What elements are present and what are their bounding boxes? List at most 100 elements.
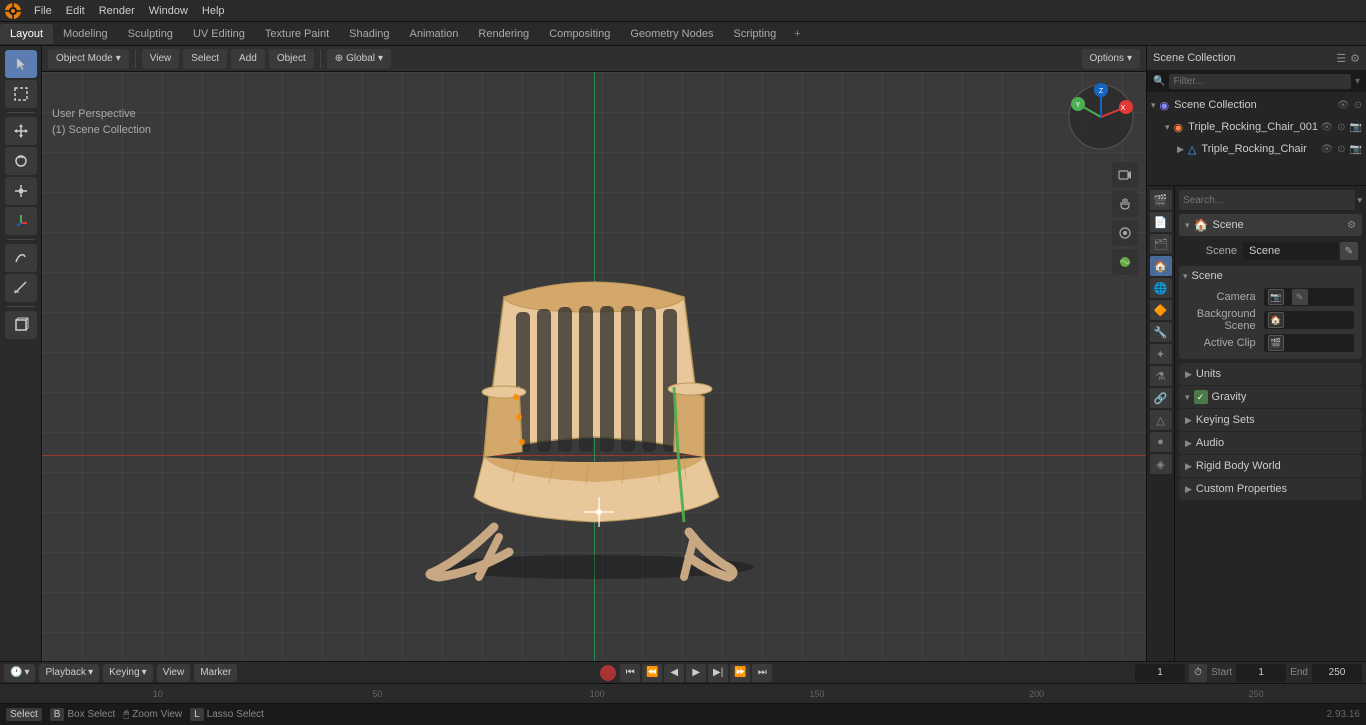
scene-name-field[interactable]: Scene bbox=[1243, 242, 1338, 260]
select-icon[interactable]: ⊙ bbox=[1354, 100, 1362, 111]
camera-edit-icon[interactable]: ✎ bbox=[1292, 289, 1308, 305]
scene-picker-btn[interactable]: 🏠 bbox=[1268, 312, 1284, 328]
material-tab[interactable]: ● bbox=[1150, 432, 1172, 452]
tab-rendering[interactable]: Rendering bbox=[468, 24, 539, 44]
keying-sets-section[interactable]: ▶ Keying Sets bbox=[1179, 409, 1362, 431]
camera-view-btn[interactable] bbox=[1112, 162, 1138, 188]
start-frame-input[interactable]: 1 bbox=[1236, 664, 1286, 682]
render-icon[interactable]: 📷 bbox=[1350, 122, 1362, 133]
add-workspace-button[interactable]: + bbox=[786, 24, 808, 44]
scene-tab[interactable]: 🏠 bbox=[1150, 256, 1172, 276]
material-preview-btn[interactable] bbox=[1112, 249, 1138, 275]
select-box-tool-button[interactable] bbox=[5, 80, 37, 108]
modifier-tab[interactable]: 🔧 bbox=[1150, 322, 1172, 342]
add-cube-tool-button[interactable] bbox=[5, 311, 37, 339]
rotate-tool-button[interactable] bbox=[5, 147, 37, 175]
tab-texture-paint[interactable]: Texture Paint bbox=[255, 24, 339, 44]
render-icon[interactable]: 📷 bbox=[1350, 144, 1362, 155]
clip-picker-btn[interactable]: 🎬 bbox=[1268, 335, 1284, 351]
tab-modeling[interactable]: Modeling bbox=[53, 24, 118, 44]
keying-btn[interactable]: Keying ▾ bbox=[103, 664, 153, 682]
active-clip-value[interactable]: 🎬 bbox=[1264, 334, 1354, 352]
object-mode-dropdown[interactable]: Object Mode ▾ bbox=[48, 49, 129, 69]
select-menu-btn[interactable]: Select bbox=[183, 49, 227, 69]
tab-sculpting[interactable]: Sculpting bbox=[118, 24, 183, 44]
menu-help[interactable]: Help bbox=[196, 3, 231, 19]
annotate-tool-button[interactable] bbox=[5, 244, 37, 272]
play-btn[interactable]: ▶ bbox=[686, 664, 706, 682]
prev-frame-btn[interactable]: ◀ bbox=[664, 664, 684, 682]
cursor-tool-button[interactable] bbox=[5, 50, 37, 78]
record-button[interactable] bbox=[600, 665, 616, 681]
menu-file[interactable]: File bbox=[28, 3, 58, 19]
view-menu-btn[interactable]: View bbox=[142, 49, 180, 69]
tab-geometry-nodes[interactable]: Geometry Nodes bbox=[620, 24, 723, 44]
jump-end-btn[interactable]: ⏭ bbox=[752, 664, 772, 682]
navigation-gizmo[interactable]: X Y Z bbox=[1066, 82, 1136, 152]
marker-btn[interactable]: Marker bbox=[194, 664, 237, 682]
outliner-filter-btn[interactable]: ☰ bbox=[1336, 52, 1346, 65]
eye-icon[interactable]: 👁 bbox=[1320, 144, 1333, 155]
tab-scripting[interactable]: Scripting bbox=[723, 24, 786, 44]
tree-item-chair-001[interactable]: ▾ ◉ Triple_Rocking_Chair_001 👁 ⊙ 📷 bbox=[1147, 116, 1366, 138]
eye-icon[interactable]: 👁 bbox=[1337, 100, 1350, 111]
render-tab[interactable]: 🎬 bbox=[1150, 190, 1172, 210]
units-section[interactable]: ▶ Units bbox=[1179, 363, 1362, 385]
object-tab[interactable]: 🔶 bbox=[1150, 300, 1172, 320]
tab-layout[interactable]: Layout bbox=[0, 24, 53, 44]
viewport[interactable]: Object Mode ▾ View Select Add Object ⊕ G… bbox=[42, 46, 1146, 661]
filter-icon[interactable]: ▾ bbox=[1355, 76, 1360, 87]
properties-filter-btn[interactable]: ▾ bbox=[1357, 195, 1362, 206]
viewport-icon[interactable]: ⊙ bbox=[1337, 144, 1345, 155]
add-menu-btn[interactable]: Add bbox=[231, 49, 265, 69]
outliner-search-input[interactable] bbox=[1169, 74, 1351, 89]
playback-btn[interactable]: Playback ▾ bbox=[39, 664, 99, 682]
rigid-body-section[interactable]: ▶ Rigid Body World bbox=[1179, 455, 1362, 477]
transform-space-btn[interactable]: ⊕ Global ▾ bbox=[327, 49, 391, 69]
camera-picker-btn[interactable]: 📷 bbox=[1268, 289, 1284, 305]
menu-edit[interactable]: Edit bbox=[60, 3, 91, 19]
render-preview-btn[interactable] bbox=[1112, 220, 1138, 246]
scene-props-btn[interactable]: ⚙ bbox=[1347, 220, 1356, 231]
physics-tab[interactable]: ⚗ bbox=[1150, 366, 1172, 386]
viewport-icon[interactable]: ⊙ bbox=[1337, 122, 1345, 133]
object-menu-btn[interactable]: Object bbox=[269, 49, 314, 69]
prev-keyframe-btn[interactable]: ⏪ bbox=[642, 664, 662, 682]
transform-tool-button[interactable] bbox=[5, 207, 37, 235]
viewport-shading-btn[interactable]: Options ▾ bbox=[1082, 49, 1141, 69]
scene-section-header[interactable]: ▾ 🏠 Scene ⚙ bbox=[1179, 214, 1362, 236]
tree-item-scene-collection[interactable]: ▾ ◉ Scene Collection 👁 ⊙ bbox=[1147, 94, 1366, 116]
data-tab[interactable]: △ bbox=[1150, 410, 1172, 430]
timeline-mode-btn[interactable]: 🕐 ▾ bbox=[4, 664, 35, 682]
output-tab[interactable]: 📄 bbox=[1150, 212, 1172, 232]
scene-expand-row[interactable]: ▾ Scene bbox=[1183, 270, 1358, 282]
particles-tab[interactable]: ✦ bbox=[1150, 344, 1172, 364]
move-tool-button[interactable] bbox=[5, 117, 37, 145]
camera-prop-value[interactable]: 📷 ✎ bbox=[1264, 288, 1354, 306]
frame-time-toggle[interactable]: ⏱ bbox=[1189, 664, 1207, 682]
audio-section[interactable]: ▶ Audio bbox=[1179, 432, 1362, 454]
tree-item-chair-mesh[interactable]: ▶ △ Triple_Rocking_Chair 👁 ⊙ 📷 bbox=[1147, 138, 1366, 160]
next-frame-btn[interactable]: ▶| bbox=[708, 664, 728, 682]
world-tab[interactable]: 🌐 bbox=[1150, 278, 1172, 298]
shader-tab[interactable]: ◈ bbox=[1150, 454, 1172, 474]
properties-search-input[interactable] bbox=[1179, 190, 1355, 210]
eye-icon[interactable]: 👁 bbox=[1320, 122, 1333, 133]
view-btn[interactable]: View bbox=[157, 664, 191, 682]
tab-compositing[interactable]: Compositing bbox=[539, 24, 620, 44]
custom-props-section[interactable]: ▶ Custom Properties bbox=[1179, 478, 1362, 500]
current-frame-display[interactable]: 1 bbox=[1135, 664, 1185, 682]
background-scene-value[interactable]: 🏠 bbox=[1264, 311, 1354, 329]
gravity-checkbox[interactable]: ✓ bbox=[1194, 390, 1208, 404]
scale-tool-button[interactable] bbox=[5, 177, 37, 205]
tab-uv-editing[interactable]: UV Editing bbox=[183, 24, 255, 44]
constraints-tab[interactable]: 🔗 bbox=[1150, 388, 1172, 408]
next-keyframe-btn[interactable]: ⏩ bbox=[730, 664, 750, 682]
tab-animation[interactable]: Animation bbox=[400, 24, 469, 44]
tab-shading[interactable]: Shading bbox=[339, 24, 399, 44]
outliner-search-btn[interactable]: ⚙ bbox=[1350, 52, 1360, 65]
hand-tool-btn[interactable] bbox=[1112, 191, 1138, 217]
scene-edit-btn[interactable]: ✎ bbox=[1340, 242, 1358, 260]
gravity-section[interactable]: ▾ ✓ Gravity bbox=[1179, 386, 1362, 408]
menu-render[interactable]: Render bbox=[93, 3, 141, 19]
